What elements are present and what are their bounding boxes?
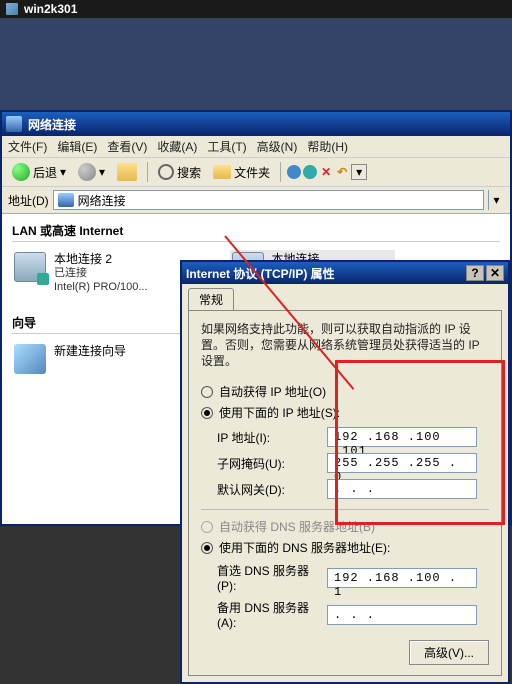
radio-auto-ip-label: 自动获得 IP 地址(O) bbox=[219, 383, 326, 400]
gateway-input[interactable]: . . . bbox=[327, 479, 477, 499]
wizard-label: 新建连接向导 bbox=[54, 344, 126, 358]
address-value: 网络连接 bbox=[78, 192, 126, 209]
tcpip-properties-dialog: Internet 协议 (TCP/IP) 属性 ? ✕ 常规 如果网络支持此功能… bbox=[180, 260, 510, 684]
close-button[interactable]: ✕ bbox=[486, 265, 504, 281]
folders-icon bbox=[213, 165, 231, 179]
menu-favorites[interactable]: 收藏(A) bbox=[157, 138, 197, 155]
chevron-down-icon: ▾ bbox=[60, 165, 66, 179]
chevron-down-icon: ▾ bbox=[99, 165, 105, 179]
ip-input[interactable]: 192 .168 .100 .101 bbox=[327, 427, 477, 447]
up-button[interactable] bbox=[113, 161, 141, 183]
window-title: 网络连接 bbox=[28, 116, 506, 133]
folders-label: 文件夹 bbox=[234, 164, 270, 181]
back-icon bbox=[12, 163, 30, 181]
views-dropdown[interactable]: ▾ bbox=[351, 164, 367, 180]
back-button[interactable]: 后退 ▾ bbox=[8, 161, 70, 183]
info-text: 如果网络支持此功能，则可以获取自动指派的 IP 设置。否则，您需要从网络系统管理… bbox=[201, 321, 489, 369]
advanced-button[interactable]: 高级(V)... bbox=[409, 640, 489, 665]
help-button[interactable]: ? bbox=[466, 265, 484, 281]
up-icon bbox=[117, 163, 137, 181]
connection-name: 本地连接 2 bbox=[54, 252, 148, 266]
gateway-label: 默认网关(D): bbox=[217, 481, 327, 498]
history-icon[interactable] bbox=[287, 165, 301, 179]
vm-tab: win2k301 bbox=[0, 0, 512, 18]
back-label: 后退 bbox=[33, 164, 57, 181]
search-label: 搜索 bbox=[177, 164, 201, 181]
forward-icon bbox=[78, 163, 96, 181]
address-label: 地址(D) bbox=[8, 192, 49, 209]
tab-general[interactable]: 常规 bbox=[188, 288, 234, 310]
radio-icon bbox=[201, 386, 213, 398]
separator bbox=[147, 162, 148, 182]
window-titlebar[interactable]: 网络连接 bbox=[2, 112, 510, 136]
separator bbox=[280, 162, 281, 182]
dns2-input[interactable]: . . . bbox=[327, 605, 477, 625]
menubar: 文件(F) 编辑(E) 查看(V) 收藏(A) 工具(T) 高级(N) 帮助(H… bbox=[2, 136, 510, 158]
radio-manual-ip-label: 使用下面的 IP 地址(S): bbox=[219, 404, 340, 421]
delete-icon[interactable]: ✕ bbox=[319, 165, 333, 179]
radio-icon bbox=[201, 542, 213, 554]
window-icon bbox=[6, 116, 22, 132]
radio-icon bbox=[201, 407, 213, 419]
search-icon bbox=[158, 164, 174, 180]
menu-view[interactable]: 查看(V) bbox=[107, 138, 147, 155]
radio-manual-dns-label: 使用下面的 DNS 服务器地址(E): bbox=[219, 539, 390, 556]
address-input[interactable]: 网络连接 bbox=[53, 190, 484, 210]
search-button[interactable]: 搜索 bbox=[154, 162, 205, 183]
radio-auto-dns-label: 自动获得 DNS 服务器地址(B) bbox=[219, 518, 375, 535]
connection-status: 已连接 bbox=[54, 266, 148, 280]
vm-icon bbox=[6, 3, 18, 15]
radio-manual-dns-row[interactable]: 使用下面的 DNS 服务器地址(E): bbox=[201, 539, 489, 556]
connection-item[interactable]: 本地连接 2 已连接 Intel(R) PRO/100... bbox=[12, 250, 150, 296]
toolbar-extra-icons: ✕ ↶ ▾ bbox=[287, 164, 367, 180]
section-lan-header: LAN 或高速 Internet bbox=[12, 220, 500, 242]
desktop-area bbox=[0, 18, 512, 110]
folders-button[interactable]: 文件夹 bbox=[209, 162, 274, 183]
ip-label: IP 地址(I): bbox=[217, 429, 327, 446]
dns1-input[interactable]: 192 .168 .100 . 1 bbox=[327, 568, 477, 588]
tab-strip: 常规 bbox=[182, 284, 508, 310]
radio-manual-ip-row[interactable]: 使用下面的 IP 地址(S): bbox=[201, 404, 489, 421]
menu-file[interactable]: 文件(F) bbox=[8, 138, 47, 155]
menu-edit[interactable]: 编辑(E) bbox=[57, 138, 97, 155]
dialog-body: 如果网络支持此功能，则可以获取自动指派的 IP 设置。否则，您需要从网络系统管理… bbox=[188, 310, 502, 676]
menu-advanced[interactable]: 高级(N) bbox=[257, 138, 298, 155]
connection-icon bbox=[14, 252, 46, 282]
forward-button[interactable]: ▾ bbox=[74, 161, 109, 183]
refresh-icon[interactable] bbox=[303, 165, 317, 179]
dialog-title: Internet 协议 (TCP/IP) 属性 bbox=[186, 265, 464, 282]
connection-device: Intel(R) PRO/100... bbox=[54, 280, 148, 294]
address-bar: 地址(D) 网络连接 ▾ bbox=[2, 187, 510, 214]
wizard-icon bbox=[14, 344, 46, 374]
menu-help[interactable]: 帮助(H) bbox=[307, 138, 348, 155]
dns2-label: 备用 DNS 服务器(A): bbox=[217, 599, 327, 630]
menu-tools[interactable]: 工具(T) bbox=[207, 138, 246, 155]
undo-icon[interactable]: ↶ bbox=[335, 165, 349, 179]
dns1-label: 首选 DNS 服务器(P): bbox=[217, 562, 327, 593]
mask-label: 子网掩码(U): bbox=[217, 455, 327, 472]
address-icon bbox=[58, 193, 74, 207]
address-dropdown[interactable]: ▾ bbox=[488, 190, 504, 210]
toolbar: 后退 ▾ ▾ 搜索 文件夹 ✕ ↶ ▾ bbox=[2, 158, 510, 187]
radio-auto-dns-row: 自动获得 DNS 服务器地址(B) bbox=[201, 518, 489, 535]
vm-title: win2k301 bbox=[24, 2, 77, 16]
radio-auto-ip-row[interactable]: 自动获得 IP 地址(O) bbox=[201, 383, 489, 400]
mask-input[interactable]: 255 .255 .255 . 0 bbox=[327, 453, 477, 473]
dialog-titlebar[interactable]: Internet 协议 (TCP/IP) 属性 ? ✕ bbox=[182, 262, 508, 284]
divider bbox=[201, 509, 489, 510]
radio-icon bbox=[201, 521, 213, 533]
